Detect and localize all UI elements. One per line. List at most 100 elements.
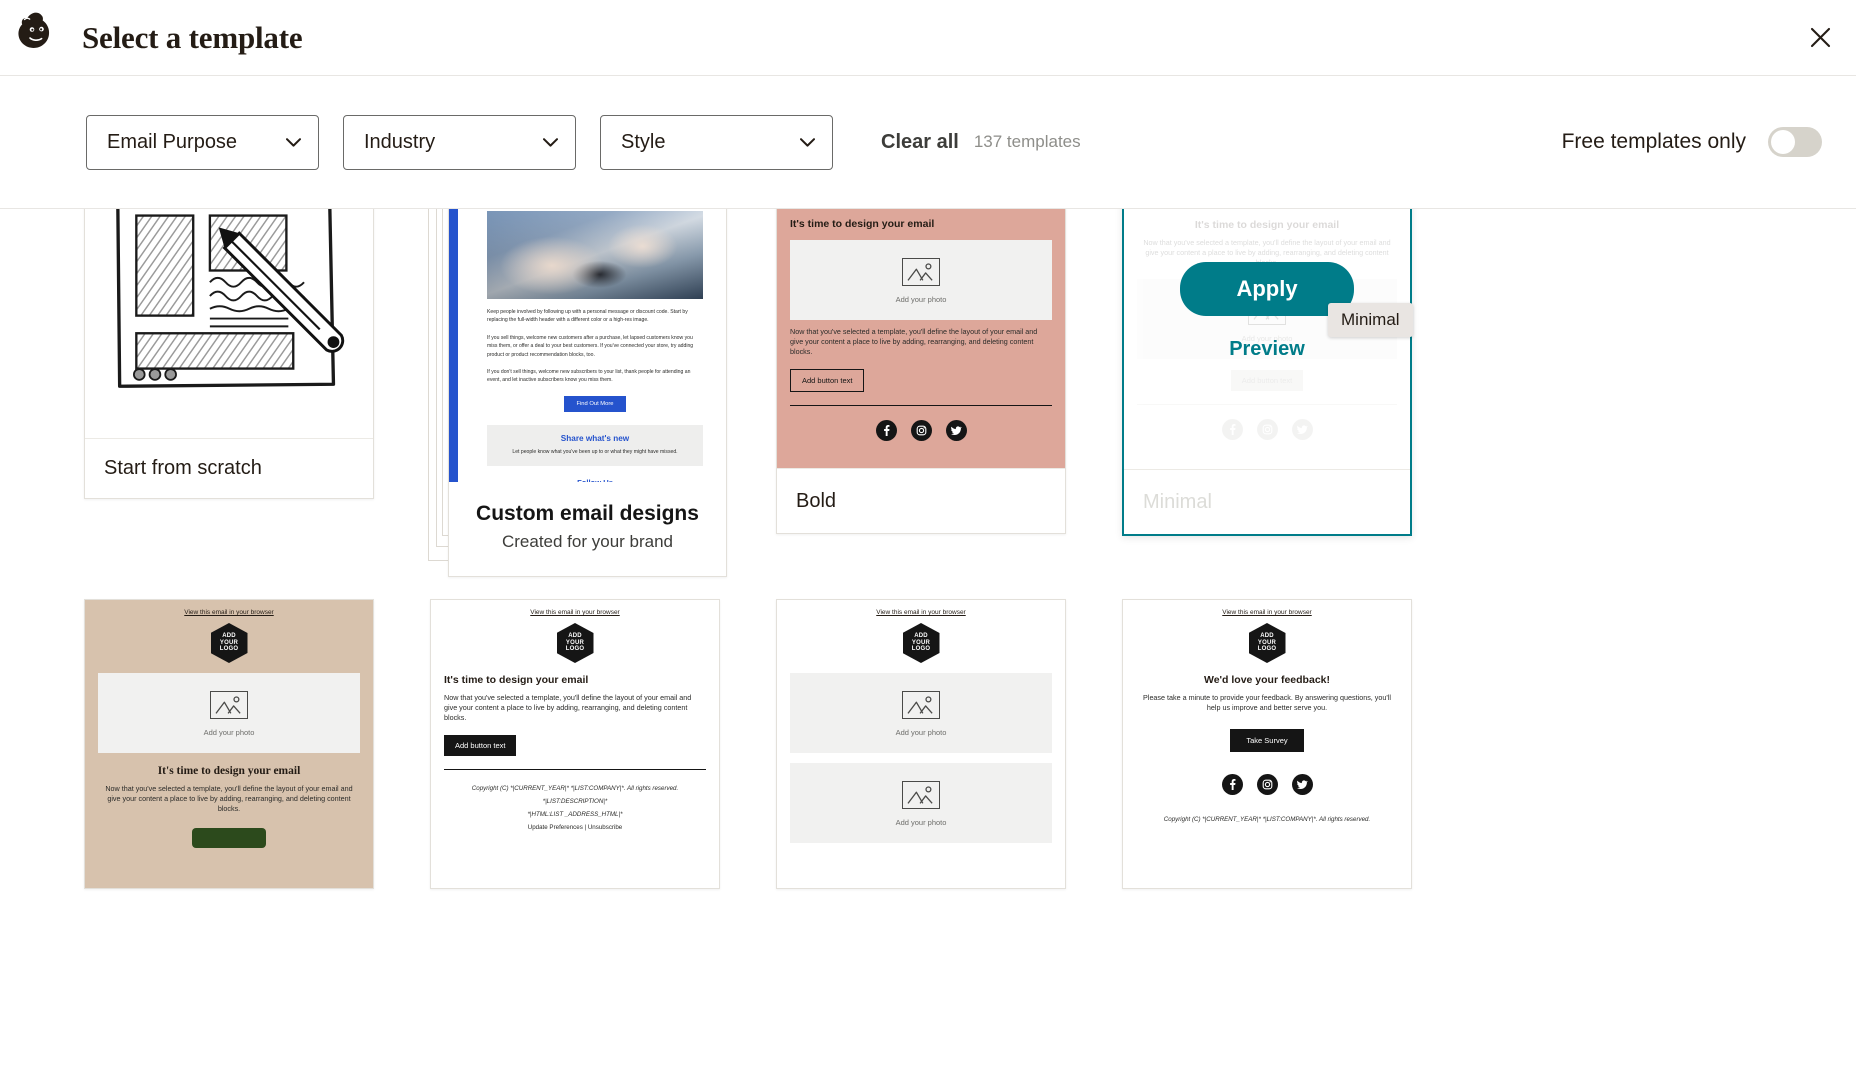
preview-heading: It's time to design your email [790, 218, 935, 230]
instagram-icon [1256, 774, 1278, 796]
template-card-white-button[interactable]: View this email in your browser ADD YOUR… [430, 599, 720, 889]
photo-caption: Add your photo [895, 295, 947, 304]
filter-bar: Email Purpose Industry Style Clear all 1… [0, 76, 1856, 209]
professional-follow: Follow Us [464, 478, 726, 482]
modal-header: Select a template [0, 0, 1856, 76]
filter-email-purpose-label: Email Purpose [107, 130, 238, 153]
preview-body: Now that you've selected a template, you… [444, 693, 692, 723]
preview-button [192, 827, 266, 848]
facebook-icon [875, 419, 897, 441]
logo-line-1: ADD [1260, 632, 1274, 639]
preview-button: Add button text [444, 734, 517, 756]
professional-para-1: Keep people involved by following up wit… [487, 309, 688, 324]
template-row-2: View this email in your browser ADD YOUR… [84, 599, 1772, 889]
card-frame: View this email in your browser ADD YOUR… [776, 599, 1066, 889]
template-card-two-photo[interactable]: View this email in your browser ADD YOUR… [776, 599, 1066, 889]
social-links [1123, 774, 1411, 796]
facebook-icon [1221, 774, 1243, 796]
photo-placeholder-icon [210, 691, 248, 719]
professional-cta-button: Find Out More [564, 395, 626, 412]
template-grid: Start from scratch PROFESSIONAL Send a t… [0, 209, 1856, 1080]
photo-placeholder-icon [902, 258, 940, 286]
twitter-icon [1291, 418, 1313, 440]
logo-line-1: ADD [568, 632, 582, 639]
preview-button: Add button text [790, 368, 865, 392]
twitter-icon [1291, 774, 1313, 796]
card-frame: ADD YOUR LOGO It's time to design your e… [776, 209, 1066, 534]
divider [1137, 403, 1397, 405]
template-row-1: Start from scratch PROFESSIONAL Send a t… [84, 209, 1772, 577]
bold-email-preview: ADD YOUR LOGO It's time to design your e… [777, 209, 1065, 468]
professional-para-2: If you sell things, welcome new customer… [487, 334, 694, 358]
card-frame: PROFESSIONAL Send a tailored follow-up e… [448, 209, 727, 577]
template-card-bold[interactable]: ADD YOUR LOGO It's time to design your e… [776, 209, 1066, 534]
social-links [1124, 418, 1410, 440]
share-body: Let people know what you've been up to o… [512, 448, 678, 455]
template-name-tooltip: Minimal [1328, 303, 1413, 337]
template-card-start-from-scratch[interactable]: Start from scratch [84, 209, 374, 499]
template-card-feedback[interactable]: View this email in your browser ADD YOUR… [1122, 599, 1412, 889]
card-frame: View this email in your browser ADD YOUR… [430, 599, 720, 889]
photo-placeholder: Add your photo [98, 673, 360, 753]
preview-button: Add button text [1230, 369, 1304, 391]
card-label-text: Bold [796, 489, 837, 512]
clear-all-button[interactable]: Clear all [881, 131, 959, 154]
logo-line-1: ADD [914, 632, 928, 639]
filter-email-purpose[interactable]: Email Purpose [86, 114, 319, 170]
view-in-browser-link[interactable]: View this email in your browser [85, 600, 373, 616]
instagram-icon [910, 419, 932, 441]
logo-line-3: LOGO [1257, 646, 1277, 653]
card-label-text: Start from scratch [104, 457, 262, 479]
photo-placeholder-icon [902, 691, 940, 719]
facebook-icon [1221, 418, 1243, 440]
logo-line-3: LOGO [911, 646, 931, 653]
photo-placeholder-icon [902, 781, 940, 809]
filter-style-label: Style [621, 130, 666, 153]
logo-line-2: YOUR [1257, 639, 1277, 646]
card-label: Bold [777, 468, 1065, 533]
chevron-down-icon [800, 137, 815, 147]
take-survey-button: Take Survey [1230, 729, 1304, 753]
photo-caption: Add your photo [895, 818, 947, 827]
card-label: Start from scratch [85, 438, 373, 498]
logo-line-1: ADD [222, 632, 236, 639]
template-card-minimal[interactable]: ADD YOUR LOGO It's time to design your e… [1122, 209, 1413, 536]
toggle-knob [1771, 130, 1795, 154]
preview-button[interactable]: Preview [1229, 338, 1305, 361]
footer-preferences[interactable]: Update Preferences | Unsubscribe [431, 821, 719, 834]
professional-hero-photo [487, 211, 703, 299]
white-email-preview: View this email in your browser ADD YOUR… [431, 600, 719, 888]
footer-copyright: Copyright (C) *|CURRENT_YEAR|* *|LIST:CO… [1163, 816, 1371, 824]
view-in-browser-link[interactable]: View this email in your browser [431, 600, 719, 616]
card-thumbnail: ADD YOUR LOGO It's time to design your e… [1124, 209, 1410, 469]
tan-email-preview: View this email in your browser ADD YOUR… [85, 600, 373, 888]
card-subtitle: Created for your brand [501, 532, 674, 551]
template-card-custom-email-designs[interactable]: PROFESSIONAL Send a tailored follow-up e… [428, 209, 727, 577]
logo-line-3: LOGO [565, 646, 585, 653]
card-frame: View this email in your browser ADD YOUR… [84, 599, 374, 889]
filter-industry[interactable]: Industry [343, 114, 576, 170]
template-card-tan[interactable]: View this email in your browser ADD YOUR… [84, 599, 374, 889]
free-templates-toggle-group: Free templates only [1562, 127, 1822, 157]
add-your-logo-badge: ADD YOUR LOGO [210, 623, 248, 663]
filter-style[interactable]: Style [600, 114, 833, 170]
photo-caption: Add your photo [895, 728, 947, 737]
instagram-icon [1256, 418, 1278, 440]
divider [444, 768, 706, 770]
card-frame: View this email in your browser ADD YOUR… [1122, 599, 1412, 889]
view-in-browser-link[interactable]: View this email in your browser [1123, 600, 1411, 616]
card-label-text: Minimal [1143, 490, 1212, 513]
add-your-logo-badge: ADD YOUR LOGO [1248, 623, 1286, 663]
preview-body: Please take a minute to provide your fee… [1143, 693, 1391, 713]
filter-industry-label: Industry [364, 130, 436, 153]
free-templates-toggle[interactable] [1768, 127, 1822, 157]
photo-placeholder: Add your photo [790, 673, 1052, 753]
template-count: 137 templates [973, 132, 1081, 151]
view-in-browser-link[interactable]: View this email in your browser [777, 600, 1065, 616]
divider [790, 404, 1052, 406]
twitter-icon [945, 419, 967, 441]
logo-line-2: YOUR [219, 639, 239, 646]
close-icon[interactable] [1802, 20, 1838, 56]
logo-line-3: LOGO [219, 646, 239, 653]
preview-body: Now that you've selected a template, you… [105, 784, 353, 814]
